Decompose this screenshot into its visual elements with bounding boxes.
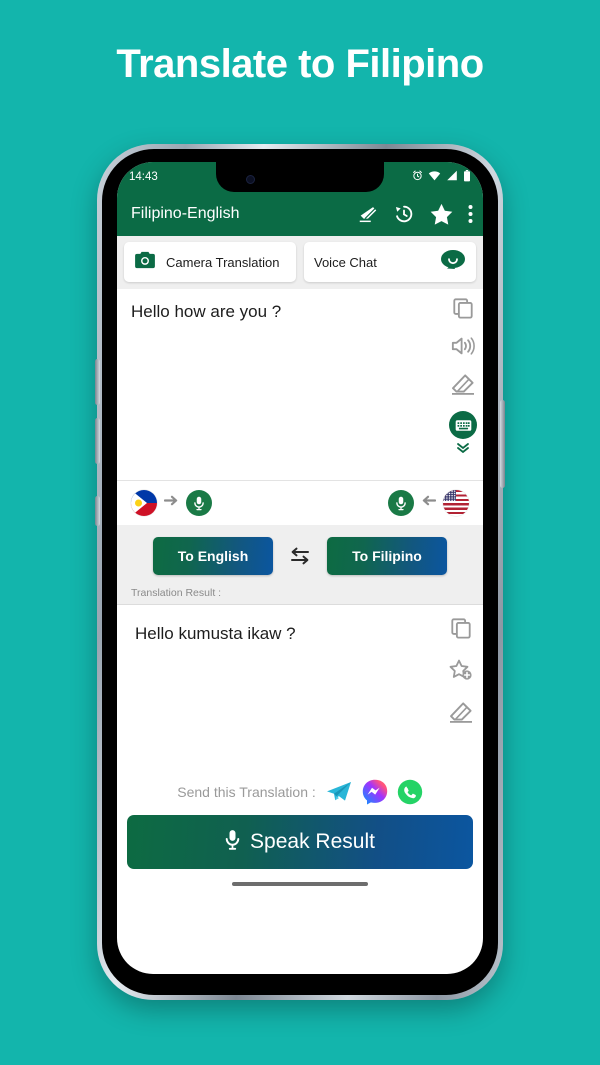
language-selector-row bbox=[117, 481, 483, 525]
target-language-group[interactable] bbox=[388, 490, 469, 516]
overflow-menu-icon[interactable] bbox=[468, 204, 473, 224]
eraser-icon[interactable] bbox=[357, 203, 379, 225]
chat-bubble-icon bbox=[440, 249, 466, 276]
keyboard-icon[interactable] bbox=[449, 411, 477, 439]
camera-translation-button[interactable]: Camera Translation bbox=[124, 242, 296, 282]
source-language-group[interactable] bbox=[131, 490, 212, 516]
phone-mockup: 14:43 Filipino-English Camera Translatio… bbox=[95, 144, 505, 1000]
volume-up-button[interactable] bbox=[95, 359, 100, 405]
battery-icon bbox=[463, 169, 471, 185]
arrow-left-icon bbox=[421, 494, 437, 512]
send-translation-label: Send this Translation : bbox=[177, 784, 316, 800]
philippines-flag-icon[interactable] bbox=[131, 490, 157, 516]
chevron-down-icon[interactable] bbox=[456, 442, 470, 453]
status-time: 14:43 bbox=[129, 171, 158, 183]
voice-chat-label: Voice Chat bbox=[314, 254, 377, 270]
power-button[interactable] bbox=[500, 400, 505, 488]
home-indicator-area bbox=[117, 869, 483, 899]
result-action-icons bbox=[449, 617, 473, 723]
app-bar: Filipino-English bbox=[117, 192, 483, 236]
translation-result-label: Translation Result : bbox=[117, 587, 483, 604]
home-indicator[interactable] bbox=[232, 882, 368, 886]
front-camera-icon bbox=[246, 175, 255, 184]
voice-chat-button[interactable]: Voice Chat bbox=[304, 242, 476, 282]
whatsapp-icon[interactable] bbox=[397, 779, 423, 805]
messenger-icon[interactable] bbox=[362, 779, 388, 805]
wifi-icon bbox=[428, 170, 441, 184]
copy-icon[interactable] bbox=[450, 617, 472, 639]
to-filipino-button[interactable]: To Filipino bbox=[327, 537, 447, 575]
phone-screen: 14:43 Filipino-English Camera Translatio… bbox=[117, 162, 483, 974]
camera-icon bbox=[134, 251, 156, 274]
source-microphone-icon[interactable] bbox=[186, 490, 212, 516]
source-text-panel[interactable]: Hello how are you ? bbox=[117, 289, 483, 481]
eraser-icon[interactable] bbox=[449, 701, 473, 723]
status-icons bbox=[412, 169, 471, 185]
alarm-icon bbox=[412, 170, 423, 184]
telegram-icon[interactable] bbox=[325, 780, 353, 804]
camera-translation-label: Camera Translation bbox=[166, 254, 280, 270]
swap-horizontal-icon[interactable] bbox=[287, 547, 313, 565]
copy-icon[interactable] bbox=[452, 297, 474, 319]
result-text: Hello kumusta ikaw ? bbox=[135, 624, 296, 643]
target-microphone-icon[interactable] bbox=[388, 490, 414, 516]
microphone-icon bbox=[225, 829, 240, 856]
speak-result-button[interactable]: Speak Result bbox=[127, 815, 473, 869]
arrow-right-icon bbox=[163, 494, 179, 512]
to-english-button[interactable]: To English bbox=[153, 537, 273, 575]
eraser-icon[interactable] bbox=[451, 373, 475, 395]
source-action-icons bbox=[449, 297, 477, 453]
volume-down-button[interactable] bbox=[95, 418, 100, 464]
speaker-icon[interactable] bbox=[451, 335, 475, 357]
send-translation-row: Send this Translation : bbox=[117, 769, 483, 815]
phone-notch bbox=[216, 162, 384, 192]
history-icon[interactable] bbox=[393, 203, 415, 225]
result-text-panel[interactable]: Hello kumusta ikaw ? bbox=[117, 604, 483, 769]
speak-result-label: Speak Result bbox=[250, 830, 375, 853]
signal-icon bbox=[446, 170, 458, 184]
quick-actions-row: Camera Translation Voice Chat bbox=[117, 236, 483, 289]
mute-switch-button[interactable] bbox=[95, 496, 100, 526]
source-text[interactable]: Hello how are you ? bbox=[131, 301, 431, 324]
app-title: Filipino-English bbox=[131, 205, 240, 222]
page-title: Translate to Filipino bbox=[116, 42, 484, 86]
star-icon[interactable] bbox=[429, 202, 454, 227]
usa-flag-icon[interactable] bbox=[443, 490, 469, 516]
star-add-icon[interactable] bbox=[449, 659, 473, 681]
translation-direction-row: To English To Filipino bbox=[117, 525, 483, 587]
